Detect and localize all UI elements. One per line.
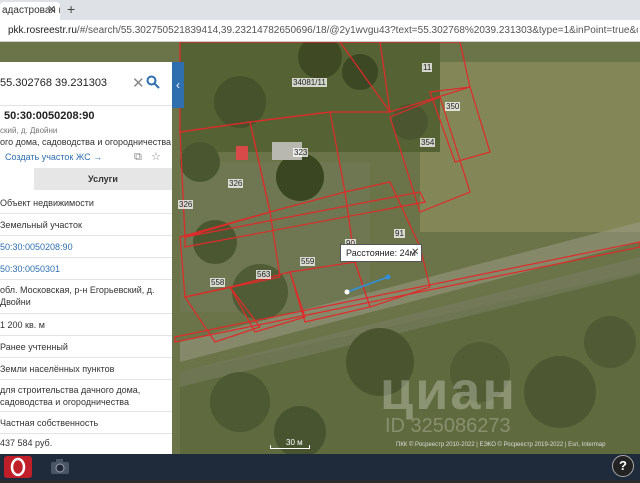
info-row: 1 200 кв. м [0,314,172,336]
parcel-label[interactable]: 354 [420,138,436,147]
panel-tabs: Услуги [0,168,172,190]
search-input[interactable]: 55.302768 39.231303 [0,77,107,89]
info-row-link[interactable]: 50:30:0050301 [0,258,172,280]
parcel-label[interactable]: 563 [256,270,272,279]
map-copyright: ПКК © Росреестр 2010-2022 | ЕЭКО © Росре… [396,442,606,448]
taskbar [0,454,640,480]
copy-icon[interactable]: ⧉ [134,151,142,164]
info-row: обл. Московская, р-н Егорьевский, д. Двой… [0,280,172,314]
info-row: для строительства дачного дома, садоводст… [0,380,172,412]
camera-app-icon[interactable] [46,456,74,478]
close-icon[interactable]: ✕ [411,247,419,258]
distance-text: Расстояние: 24м [346,248,416,258]
info-row: 437 584 руб. [0,438,53,448]
url-path: /#/search/55.302750521839414,39.23214782… [76,25,638,36]
info-row: Ранее учтенный [0,336,172,358]
parcel-label[interactable]: 350 [445,102,461,111]
parcel-label[interactable]: 91 [394,229,405,238]
url-text[interactable]: pkk.rosreestr.ru/#/search/55.30275052183… [8,25,638,36]
watermark-id: ID 325086273 [385,415,511,437]
scale-bar [270,445,310,449]
address-bar[interactable]: pkk.rosreestr.ru/#/search/55.30275052183… [0,20,640,42]
watermark-logo: циан [380,361,518,421]
opera-icon[interactable] [4,456,32,478]
search-icon[interactable] [146,75,160,94]
create-parcel-link[interactable]: Создать участок ЖС → [5,152,102,162]
parcel-label[interactable]: 323 [293,148,309,157]
search-bar: 55.302768 39.231303 ✕ [0,62,172,106]
parcel-label[interactable]: 11 [422,63,433,72]
info-panel: 55.302768 39.231303 ✕ 50:30:0050208:90 с… [0,62,172,454]
parcel-label[interactable]: 326 [178,200,194,209]
info-row-link[interactable]: 50:30:0050208:90 [0,236,172,258]
purpose-short: ого дома, садоводства и огородничества [0,137,172,147]
parcel-label[interactable]: 558 [210,278,226,287]
info-row: Частная собственность [0,412,172,434]
tab-services[interactable]: Услуги [34,168,172,190]
parcel-label[interactable]: 326 [228,179,244,188]
help-button[interactable]: ? [612,455,634,477]
tab-info[interactable] [0,168,34,190]
info-row: Земли населённых пунктов [0,358,172,380]
url-host: pkk.rosreestr.ru [8,25,77,36]
info-row: Объект недвижимости [0,192,172,214]
star-icon[interactable]: ☆ [151,150,161,163]
collapse-panel-button[interactable]: ‹ [172,62,184,108]
info-row: Земельный участок [0,214,172,236]
distance-popup: Расстояние: 24м ✕ [340,244,422,262]
parcel-label[interactable]: 34081/11 [292,78,327,87]
parcel-label[interactable]: 559 [300,257,316,266]
cadastral-number: 50:30:0050208:90 [4,110,95,122]
tab-strip: адастровая к ✕ + [0,0,640,20]
new-tab-button[interactable]: + [67,1,75,17]
clear-icon[interactable]: ✕ [132,74,145,92]
browser-tab[interactable]: адастровая к ✕ [0,2,60,20]
address-short: ский, д. Двойни [0,126,58,135]
tab-close-icon[interactable]: ✕ [47,3,56,16]
